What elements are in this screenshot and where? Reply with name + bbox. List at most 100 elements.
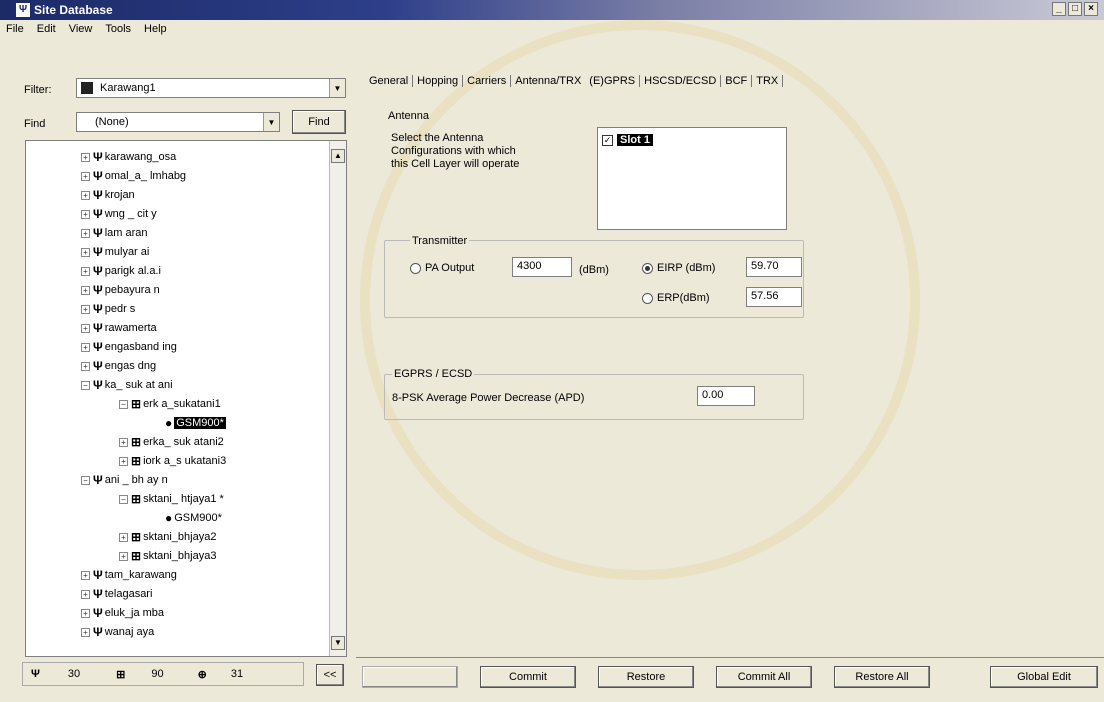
tree-item-label: mulyar ai <box>104 246 150 258</box>
global-edit-button[interactable]: Global Edit <box>990 666 1098 688</box>
tree-item[interactable]: + ⊞ iork a_s ukatani3 <box>119 453 226 469</box>
expand-icon[interactable]: + <box>81 361 90 371</box>
menu-view[interactable]: View <box>63 23 100 35</box>
site-tree[interactable]: + Ψkarawang_osa + Ψomal_a_ lmhabg + Ψkrojan + Ψ… <box>25 140 347 657</box>
scroll-up-icon[interactable]: ▲ <box>331 149 345 163</box>
radio-off-icon[interactable] <box>410 262 421 274</box>
restore-button[interactable]: Restore <box>598 666 694 688</box>
tree-item[interactable]: + Ψwng _ cit y <box>81 206 157 222</box>
menu-help[interactable]: Help <box>138 23 174 35</box>
tree-item[interactable]: + Ψrawamerta <box>81 320 157 336</box>
checkbox-checked-icon[interactable]: ✓ <box>602 134 613 146</box>
transmitter-group <box>384 240 804 318</box>
minimize-icon[interactable]: _ <box>1052 2 1066 16</box>
tree-item[interactable]: + Ψpedr s <box>81 301 135 317</box>
tree-item[interactable]: ● GSM900* <box>153 510 222 526</box>
tab-carriers[interactable]: Carriers <box>463 75 512 87</box>
collapse-icon[interactable]: − <box>81 475 90 485</box>
radio-on-icon[interactable] <box>642 262 653 274</box>
expand-icon[interactable]: + <box>81 304 90 314</box>
apd-field[interactable]: 0.00 <box>697 386 755 406</box>
expand-icon[interactable]: + <box>81 209 90 219</box>
tree-item[interactable]: + Ψlam aran <box>81 225 148 241</box>
expand-icon[interactable]: + <box>119 532 128 542</box>
tree-item[interactable]: + ⊞ erka_ suk atani2 <box>119 434 224 450</box>
expand-icon[interactable]: + <box>81 152 90 162</box>
site-icon: Ψ <box>93 587 103 601</box>
scroll-down-icon[interactable]: ▼ <box>331 636 345 650</box>
tab-hscsd-ecsd[interactable]: HSCSD/ECSD <box>640 75 722 87</box>
expand-icon[interactable]: + <box>81 570 90 580</box>
tab-antenna-trx[interactable]: Antenna/TRX <box>511 75 585 87</box>
expand-icon[interactable]: + <box>81 228 90 238</box>
pa-output-radio[interactable]: PA Output <box>410 262 474 274</box>
tree-item[interactable]: + Ψwanaj aya <box>81 624 154 640</box>
tree-item[interactable]: ● GSM900* <box>153 415 226 431</box>
tree-item[interactable]: + Ψengas dng <box>81 358 156 374</box>
expand-icon[interactable]: + <box>119 456 128 466</box>
chevron-down-icon[interactable]: ▼ <box>329 79 345 97</box>
restore-all-button[interactable]: Restore All <box>834 666 930 688</box>
tree-item[interactable]: + Ψmulyar ai <box>81 244 149 260</box>
expand-icon[interactable]: + <box>81 323 90 333</box>
eirp-field[interactable]: 59.70 <box>746 257 802 277</box>
expand-icon[interactable]: + <box>119 551 128 561</box>
erp-radio[interactable]: ERP(dBm) <box>642 292 710 304</box>
tree-item[interactable]: − Ψani _ bh ay n <box>81 472 168 488</box>
maximize-icon[interactable]: □ <box>1068 2 1082 16</box>
transmitter-group-label: Transmitter <box>410 235 470 247</box>
pa-output-field[interactable]: 4300 <box>512 257 572 277</box>
tab-bcf[interactable]: BCF <box>721 75 753 87</box>
tree-item[interactable]: + Ψtam_karawang <box>81 567 177 583</box>
tree-item[interactable]: + Ψkarawang_osa <box>81 149 176 165</box>
tree-item[interactable]: − Ψka_ suk at ani <box>81 377 173 393</box>
expand-icon[interactable]: + <box>81 589 90 599</box>
tab-trx[interactable]: TRX <box>752 75 784 87</box>
filter-combo[interactable]: Karawang1 ▼ <box>76 78 346 98</box>
tree-item[interactable]: + Ψparigk al.a.i <box>81 263 161 279</box>
collapse-icon[interactable]: − <box>119 494 128 504</box>
expand-icon[interactable]: + <box>81 608 90 618</box>
expand-icon[interactable]: + <box>81 190 90 200</box>
collapse-icon[interactable]: − <box>119 399 128 409</box>
expand-icon[interactable]: + <box>81 342 90 352</box>
expand-icon[interactable]: + <box>81 285 90 295</box>
expand-icon[interactable]: + <box>119 437 128 447</box>
menu-tools[interactable]: Tools <box>99 23 138 35</box>
tree-item[interactable]: + ⊞ sktani_bhjaya3 <box>119 548 216 564</box>
tree-scrollbar[interactable]: ▲ ▼ <box>329 141 346 656</box>
slot-item[interactable]: ✓ Slot 1 <box>602 134 653 146</box>
erp-field[interactable]: 57.56 <box>746 287 802 307</box>
antenna-config-list[interactable]: ✓ Slot 1 <box>597 127 787 230</box>
collapse-button[interactable]: << <box>316 664 344 686</box>
find-button[interactable]: Find <box>292 110 346 134</box>
tree-item[interactable]: − ⊞ sktani_ htjaya1 * <box>119 491 224 507</box>
commit-all-button[interactable]: Commit All <box>716 666 812 688</box>
collapse-icon[interactable]: − <box>81 380 90 390</box>
tree-item[interactable]: + Ψpebayura n <box>81 282 160 298</box>
antenna-help-line-2: Configurations with which <box>391 145 516 157</box>
eirp-radio[interactable]: EIRP (dBm) <box>642 262 715 274</box>
tab-hopping[interactable]: Hopping <box>413 75 464 87</box>
tree-item[interactable]: + Ψtelagasari <box>81 586 152 602</box>
commit-button[interactable]: Commit <box>480 666 576 688</box>
tree-item[interactable]: + Ψengasband ing <box>81 339 177 355</box>
expand-icon[interactable]: + <box>81 266 90 276</box>
menu-edit[interactable]: Edit <box>31 23 63 35</box>
radio-off-icon[interactable] <box>642 292 653 304</box>
chevron-down-icon[interactable]: ▼ <box>263 113 279 131</box>
close-icon[interactable]: × <box>1084 2 1098 16</box>
expand-icon[interactable]: + <box>81 171 90 181</box>
menu-file[interactable]: File <box>0 23 31 35</box>
tab-egprs[interactable]: (E)GPRS <box>585 75 641 87</box>
tree-item[interactable]: − ⊞ erk a_sukatani1 <box>119 396 221 412</box>
tree-item[interactable]: + Ψkrojan <box>81 187 135 203</box>
tree-item-label: wng _ cit y <box>104 208 157 220</box>
tree-item[interactable]: + ⊞ sktani_bhjaya2 <box>119 529 216 545</box>
tree-item[interactable]: + Ψomal_a_ lmhabg <box>81 168 186 184</box>
tree-item[interactable]: + Ψeluk_ja mba <box>81 605 164 621</box>
expand-icon[interactable]: + <box>81 627 90 637</box>
find-combo[interactable]: (None) ▼ <box>76 112 280 132</box>
expand-icon[interactable]: + <box>81 247 90 257</box>
tab-general[interactable]: General <box>365 75 414 87</box>
